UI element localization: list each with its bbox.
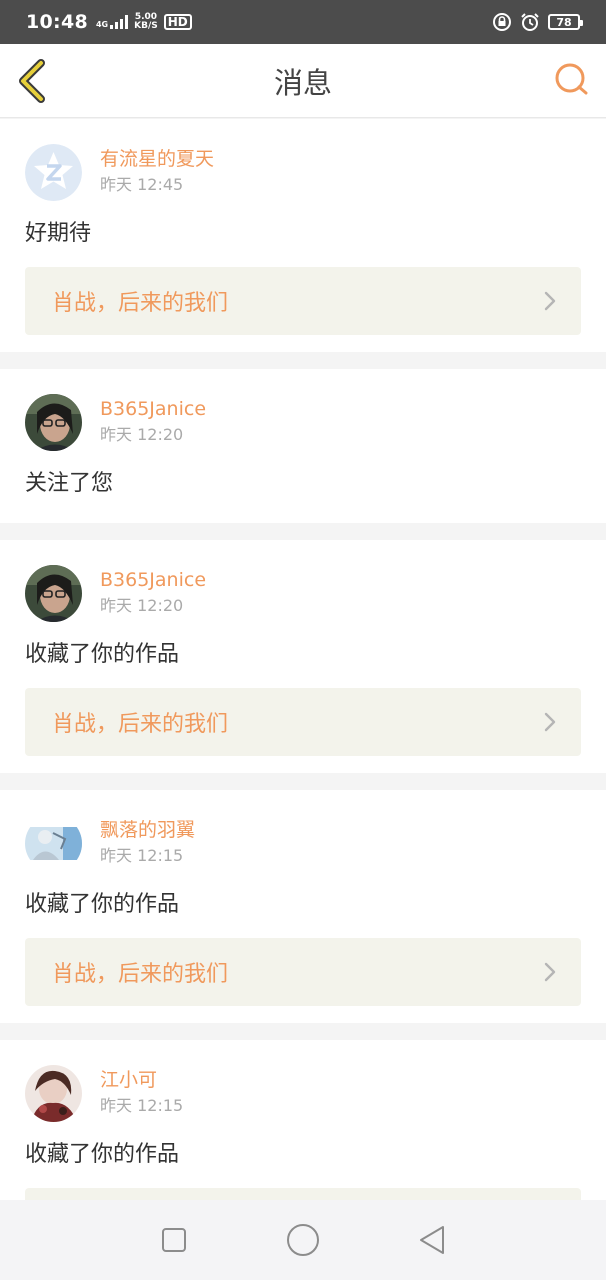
back-button[interactable] xyxy=(14,58,50,104)
timestamp: 昨天 12:20 xyxy=(100,425,184,444)
status-left-icons: 4G 5.00 KB/S HD xyxy=(96,13,192,31)
back-nav-button[interactable] xyxy=(412,1220,452,1260)
timestamp: 昨天 12:15 xyxy=(100,846,184,865)
message-meta: B365Janice 昨天 12:20 xyxy=(100,567,206,619)
chevron-right-icon xyxy=(544,962,556,982)
avatar[interactable] xyxy=(25,393,82,451)
work-title: 肖战，后来的我们 xyxy=(52,712,229,737)
signal-4g-icon: 4G xyxy=(95,15,129,29)
screen: 10:48 4G 5.00 KB/S HD 78 消息 有流星的夏天 昨天 12… xyxy=(0,0,606,1280)
work-link[interactable]: 肖战，后来的我们 xyxy=(25,267,581,335)
message-meta: B365Janice 昨天 12:20 xyxy=(100,396,206,448)
network-speed: 5.00 KB/S xyxy=(134,13,158,31)
message-meta: 江小可 昨天 12:15 xyxy=(100,1067,183,1119)
message-meta: 有流星的夏天 昨天 12:45 xyxy=(100,146,214,198)
battery-level: 78 xyxy=(556,15,572,29)
message-text: 关注了您 xyxy=(25,471,114,496)
message-text: 收藏了你的作品 xyxy=(25,1142,180,1167)
timestamp: 昨天 12:20 xyxy=(100,596,184,615)
message-header: B365Janice 昨天 12:20 xyxy=(25,393,581,451)
status-bar: 10:48 4G 5.00 KB/S HD 78 xyxy=(0,0,606,44)
message-text: 收藏了你的作品 xyxy=(25,892,180,917)
triangle-back-icon xyxy=(419,1226,444,1254)
avatar[interactable] xyxy=(25,143,82,201)
user-photo-icon xyxy=(25,564,82,622)
lock-rotation-icon xyxy=(493,13,511,31)
status-time: 10:48 xyxy=(26,11,88,33)
app-header: 消息 xyxy=(0,44,606,118)
message-list: 有流星的夏天 昨天 12:45 好期待 肖战，后来的我们 B365Janice … xyxy=(0,119,606,1280)
message-text: 收藏了你的作品 xyxy=(25,642,180,667)
message-header: 江小可 昨天 12:15 xyxy=(25,1064,581,1122)
work-link[interactable]: 肖战，后来的我们 xyxy=(25,688,581,756)
message-card: B365Janice 昨天 12:20 收藏了你的作品 肖战，后来的我们 xyxy=(0,540,606,773)
work-title: 肖战，后来的我们 xyxy=(52,962,229,987)
username[interactable]: B365Janice xyxy=(100,396,206,422)
work-title: 肖战，后来的我们 xyxy=(52,291,229,316)
system-nav-bar xyxy=(0,1200,606,1280)
message-header: B365Janice 昨天 12:20 xyxy=(25,564,581,622)
user-photo-icon xyxy=(25,814,82,872)
battery-icon: 78 xyxy=(548,14,583,30)
alarm-icon xyxy=(521,13,539,31)
page-title: 消息 xyxy=(273,65,332,100)
message-card: B365Janice 昨天 12:20 关注了您 xyxy=(0,369,606,523)
user-photo-icon xyxy=(25,393,82,451)
username[interactable]: 有流星的夏天 xyxy=(100,146,214,172)
username[interactable]: 江小可 xyxy=(100,1067,183,1093)
search-icon xyxy=(555,63,588,95)
recents-button[interactable] xyxy=(154,1220,194,1260)
message-meta: 飘落的羽翼 昨天 12:15 xyxy=(100,817,195,869)
home-button[interactable] xyxy=(283,1220,323,1260)
message-header: 飘落的羽翼 昨天 12:15 xyxy=(25,814,581,872)
square-icon xyxy=(162,1228,187,1252)
user-photo-icon xyxy=(25,1064,82,1122)
circle-icon xyxy=(286,1224,319,1256)
chevron-right-icon xyxy=(544,291,556,311)
message-header: 有流星的夏天 昨天 12:45 xyxy=(25,143,581,201)
work-link[interactable]: 肖战，后来的我们 xyxy=(25,938,581,1006)
search-button[interactable] xyxy=(554,62,590,98)
timestamp: 昨天 12:15 xyxy=(100,1096,184,1115)
message-card: 有流星的夏天 昨天 12:45 好期待 肖战，后来的我们 xyxy=(0,119,606,352)
speed-unit: KB/S xyxy=(134,21,158,31)
qzone-avatar-icon xyxy=(25,143,82,201)
chevron-left-icon xyxy=(19,59,45,103)
status-right-icons: 78 xyxy=(492,12,583,32)
chevron-right-icon xyxy=(544,712,556,732)
hd-icon: HD xyxy=(163,14,192,30)
timestamp: 昨天 12:45 xyxy=(100,175,184,194)
avatar[interactable] xyxy=(25,1064,82,1122)
message-text: 好期待 xyxy=(25,221,92,246)
username[interactable]: 飘落的羽翼 xyxy=(100,817,195,843)
avatar[interactable] xyxy=(25,564,82,622)
message-card: 飘落的羽翼 昨天 12:15 收藏了你的作品 肖战，后来的我们 xyxy=(0,790,606,1023)
network-label: 4G xyxy=(95,20,109,29)
username[interactable]: B365Janice xyxy=(100,567,206,593)
avatar[interactable] xyxy=(25,814,82,872)
